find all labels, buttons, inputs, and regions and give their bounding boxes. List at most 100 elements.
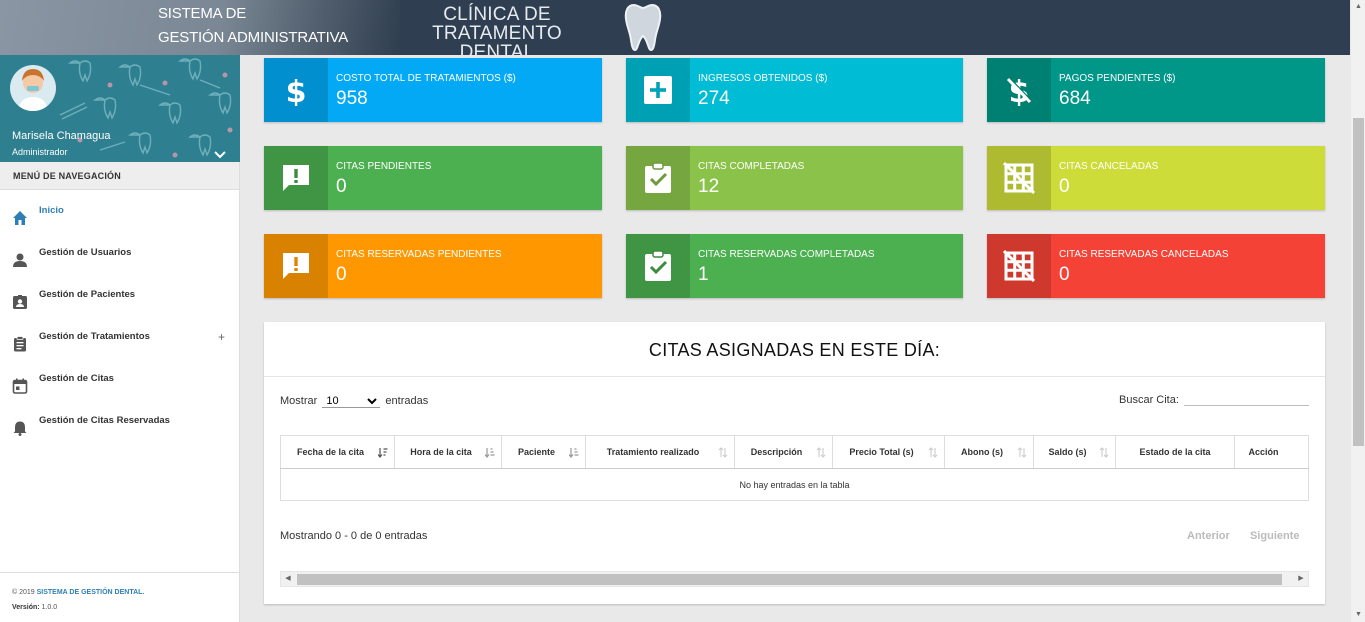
horizontal-scrollbar[interactable]: ◀ ▶ (280, 571, 1309, 587)
infobox-ingresos[interactable]: INGRESOS OBTENIDOS ($) 274 (626, 58, 963, 122)
sidebar-item-usuarios[interactable]: Gestión de Usuarios (0, 232, 239, 274)
user-role: Administrador (12, 147, 68, 157)
calendar-icon (12, 371, 28, 394)
search-input[interactable] (1184, 390, 1309, 406)
infobox-value: 958 (336, 88, 368, 109)
column-header-label: Saldo (s) (1048, 447, 1087, 457)
column-header-tratamiento[interactable]: Tratamiento realizado (585, 435, 735, 469)
column-header-label: Acción (1248, 447, 1279, 457)
card-title: CITAS ASIGNADAS EN ESTE DÍA: (264, 322, 1325, 377)
infobox-value: 1 (698, 264, 709, 285)
horizontal-scrollbar-thumb[interactable] (297, 574, 1282, 585)
column-header-label: Precio Total (s) (849, 447, 914, 457)
home-icon (12, 203, 28, 225)
column-header-descripcion[interactable]: Descripción (734, 435, 833, 469)
scroll-down-icon[interactable]: ▼ (1351, 608, 1365, 622)
sort-desc-icon (378, 448, 388, 458)
copyright-line: © 2019 SISTEMA DE GESTIÓN DENTAL. (12, 585, 228, 600)
sidebar-item-citas-reservadas[interactable]: Gestión de Citas Reservadas (0, 400, 239, 442)
search-control: Buscar Cita: (1119, 390, 1309, 406)
sidebar-item-inicio[interactable]: Inicio (0, 190, 239, 232)
column-header-hora[interactable]: Hora de la cita (394, 435, 502, 469)
vertical-scrollbar-thumb[interactable] (1353, 118, 1364, 446)
column-header-abono[interactable]: Abono (s) (944, 435, 1034, 469)
infobox-label: COSTO TOTAL DE TRATAMIENTOS ($) (336, 73, 516, 84)
scroll-right-icon[interactable]: ▶ (1294, 572, 1308, 586)
infobox-value: 0 (1059, 176, 1070, 197)
entries-per-page-select[interactable]: 10 (322, 394, 381, 408)
dollar-icon: $ (264, 58, 328, 122)
sidebar-item-pacientes[interactable]: Gestión de Pacientes (0, 274, 239, 316)
infobox-citas-completadas[interactable]: CITAS COMPLETADAS 12 (626, 146, 963, 210)
sort-icon (485, 448, 495, 458)
infobox-value: 0 (336, 264, 347, 285)
show-label: Mostrar (280, 395, 318, 407)
scroll-left-icon[interactable]: ◀ (281, 572, 295, 586)
plus-box-icon (626, 58, 690, 122)
column-header-label: Fecha de la cita (296, 447, 365, 457)
copyright-text: © 2019 (12, 589, 37, 596)
column-header-label: Descripción (750, 447, 803, 457)
expand-plus-icon[interactable]: + (218, 316, 225, 358)
system-title: SISTEMA DE GESTIÓN ADMINISTRATIVA (158, 2, 348, 50)
infobox-reservadas-pendientes[interactable]: CITAS RESERVADAS PENDIENTES 0 (264, 234, 602, 298)
infobox-reservadas-canceladas[interactable]: CITAS RESERVADAS CANCELADAS 0 (987, 234, 1325, 298)
infobox-value: 0 (1059, 264, 1070, 285)
version-label: Versión: (12, 604, 40, 611)
column-header-precio[interactable]: Precio Total (s) (832, 435, 945, 469)
column-header-label: Abono (s) (961, 447, 1003, 457)
table-info: Mostrando 0 - 0 de 0 entradas (280, 530, 428, 542)
citas-table: Fecha de la cita Hora de la cita Pacient… (280, 435, 1309, 501)
column-header-saldo[interactable]: Saldo (s) (1033, 435, 1116, 469)
brand-link[interactable]: SISTEMA DE GESTIÓN DENTAL. (37, 589, 145, 596)
column-header-label: Hora de la cita (410, 447, 472, 457)
column-header-label: Tratamiento realizado (606, 447, 700, 457)
infobox-label: CITAS RESERVADAS CANCELADAS (1059, 249, 1229, 260)
next-page-button[interactable]: Siguiente (1250, 530, 1300, 542)
version-line: Versión: 1.0.0 (12, 600, 228, 615)
clinic-title: CLÍNICA DE TRATAMENTO DENTAL (382, 5, 612, 55)
infobox-label: CITAS CANCELADAS (1059, 161, 1159, 172)
avatar[interactable] (10, 65, 56, 111)
alert-comment-icon (264, 146, 328, 210)
table-row: No hay entradas en la tabla (280, 468, 1309, 501)
infobox-costo-total[interactable]: $ COSTO TOTAL DE TRATAMIENTOS ($) 958 (264, 58, 602, 122)
sidebar-item-label: Gestión de Tratamientos (39, 331, 150, 342)
sidebar-footer: © 2019 SISTEMA DE GESTIÓN DENTAL. Versió… (0, 572, 240, 622)
table-header-row: Fecha de la cita Hora de la cita Pacient… (280, 435, 1309, 469)
column-header-estado[interactable]: Estado de la cita (1115, 435, 1235, 469)
infobox-reservadas-completadas[interactable]: CITAS RESERVADAS COMPLETADAS 1 (626, 234, 963, 298)
infobox-pagos-pendientes[interactable]: $ PAGOS PENDIENTES ($) 684 (987, 58, 1325, 122)
sidebar-item-label: Gestión de Pacientes (39, 289, 136, 300)
column-header-fecha[interactable]: Fecha de la cita (280, 435, 395, 469)
sort-both-icon (1099, 447, 1109, 458)
page-vertical-scrollbar[interactable]: ▲ ▼ (1350, 0, 1365, 622)
clinic-title-line1: CLÍNICA DE TRATAMENTO (432, 4, 562, 44)
column-header-accion[interactable]: Acción (1234, 435, 1309, 469)
infobox-label: CITAS RESERVADAS COMPLETADAS (698, 249, 875, 260)
version-value: 1.0.0 (39, 604, 58, 611)
alert-comment-icon (264, 234, 328, 298)
system-title-line2: GESTIÓN ADMINISTRATIVA (158, 29, 349, 46)
previous-page-button[interactable]: Anterior (1187, 530, 1230, 542)
infobox-label: INGRESOS OBTENIDOS ($) (698, 73, 828, 84)
column-header-label: Paciente (517, 447, 556, 457)
clipboard-icon (12, 329, 28, 352)
scroll-up-icon[interactable]: ▲ (1351, 0, 1365, 14)
sort-both-icon (718, 447, 728, 458)
grid-off-icon (987, 234, 1051, 298)
bell-icon (12, 413, 28, 436)
infobox-label: PAGOS PENDIENTES ($) (1059, 73, 1176, 84)
dollar-off-icon: $ (987, 58, 1051, 122)
sidebar-item-citas[interactable]: Gestión de Citas (0, 358, 239, 400)
sidebar-item-label: Gestión de Usuarios (39, 247, 132, 258)
sidebar-item-tratamientos[interactable]: Gestión de Tratamientos + (0, 316, 239, 358)
search-label: Buscar Cita: (1119, 394, 1179, 406)
top-header: SISTEMA DE GESTIÓN ADMINISTRATIVA CLÍNIC… (0, 0, 1350, 55)
tooth-icon (624, 2, 662, 55)
infobox-citas-pendientes[interactable]: CITAS PENDIENTES 0 (264, 146, 602, 210)
infobox-citas-canceladas[interactable]: CITAS CANCELADAS 0 (987, 146, 1325, 210)
chevron-down-icon[interactable] (214, 147, 226, 159)
citas-table-card: CITAS ASIGNADAS EN ESTE DÍA: Mostrar 10 … (264, 322, 1325, 604)
column-header-paciente[interactable]: Paciente (501, 435, 586, 469)
